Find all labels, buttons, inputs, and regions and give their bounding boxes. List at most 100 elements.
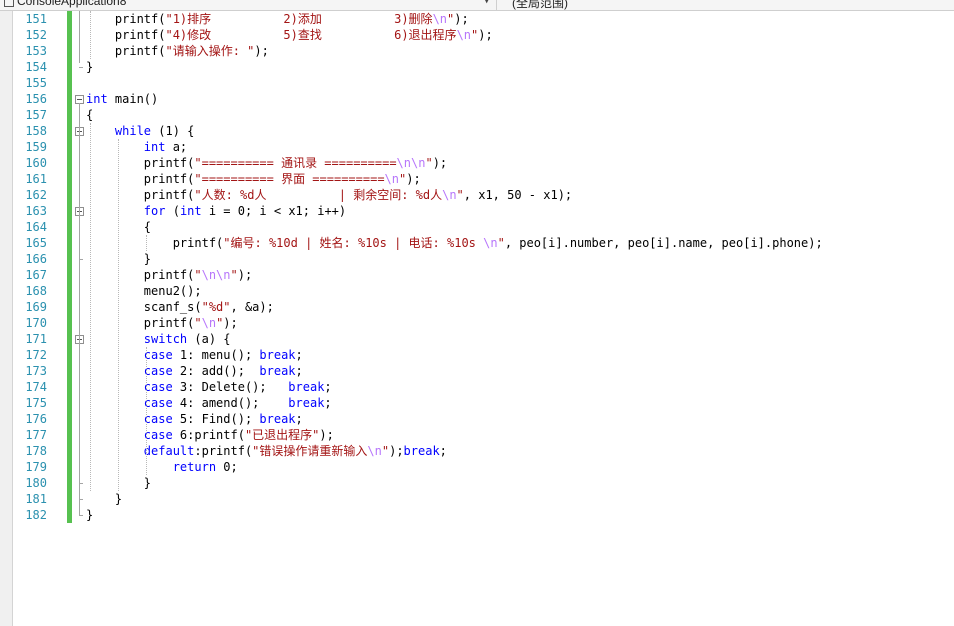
code-token: printf( <box>86 316 195 330</box>
code-line[interactable]: 180 } <box>13 475 954 491</box>
indent-guide <box>146 235 147 251</box>
code-line[interactable]: 162 printf("人数: %d人 | 剩余空间: %d人\n", x1, … <box>13 187 954 203</box>
code-line[interactable]: 175 case 4: amend(); break; <box>13 395 954 411</box>
code-token: break <box>259 364 296 378</box>
code-token: ); <box>454 12 469 26</box>
code-token: printf( <box>86 44 166 58</box>
code-line[interactable]: 164 { <box>13 219 954 235</box>
code-line[interactable]: 168 menu2(); <box>13 283 954 299</box>
navigation-bar: ConsoleApplication8 ▾ (全局范围) <box>0 0 954 11</box>
code-token: " <box>194 316 202 330</box>
line-number: 163 <box>25 204 47 218</box>
change-indicator <box>67 379 72 395</box>
code-line[interactable]: 179 return 0; <box>13 459 954 475</box>
code-line[interactable]: 160 printf("========== 通讯录 ==========\n\… <box>13 155 954 171</box>
code-line[interactable]: 152 printf("4)修改 5)查找 6)退出程序\n"); <box>13 27 954 43</box>
code-line[interactable]: 165 printf("编号: %10d | 姓名: %10s | 电话: %1… <box>13 235 954 251</box>
code-token: \n\n <box>396 156 426 170</box>
change-indicator <box>67 75 72 91</box>
code-token: (1) { <box>151 124 195 138</box>
code-line[interactable]: 171 switch (a) { <box>13 331 954 347</box>
code-token: \n <box>367 444 382 458</box>
code-token: , &a); <box>230 300 274 314</box>
code-text: default:printf("错误操作请重新输入\n");break; <box>86 443 447 459</box>
line-number: 171 <box>25 332 47 346</box>
code-editor[interactable]: 151 printf("1)排序 2)添加 3)删除\n"); 152 print… <box>13 11 954 626</box>
chevron-down-icon[interactable]: ▾ <box>484 0 489 7</box>
code-token: printf( <box>86 172 195 186</box>
code-token: \n <box>442 188 457 202</box>
project-dropdown[interactable]: ConsoleApplication8 <box>4 0 484 10</box>
code-line[interactable]: 174 case 3: Delete(); break; <box>13 379 954 395</box>
code-token: i = 0; i < x1; i++) <box>201 204 347 218</box>
code-token: scanf_s( <box>86 300 202 314</box>
code-line[interactable]: 177 case 6:printf("已退出程序"); <box>13 427 954 443</box>
code-token: break <box>259 412 296 426</box>
code-text: printf("========== 界面 ==========\n"); <box>86 171 421 187</box>
code-text: printf("1)排序 2)添加 3)删除\n"); <box>86 11 469 27</box>
line-number: 168 <box>25 284 47 298</box>
code-text: case 6:printf("已退出程序"); <box>86 427 334 443</box>
code-line[interactable]: 156 int main() <box>13 91 954 107</box>
code-line[interactable]: 159 int a; <box>13 139 954 155</box>
code-token: " <box>230 268 238 282</box>
code-line[interactable]: 176 case 5: Find(); break; <box>13 411 954 427</box>
code-token: printf( <box>86 268 195 282</box>
change-indicator <box>67 11 72 27</box>
code-token: menu2(); <box>86 284 202 298</box>
code-token: "========== 通讯录 ========== <box>194 156 397 170</box>
code-line[interactable]: 158 while (1) { <box>13 123 954 139</box>
code-token: 1: menu(); <box>172 348 260 362</box>
code-line[interactable]: 172 case 1: menu(); break; <box>13 347 954 363</box>
code-token: \n <box>483 236 498 250</box>
code-token: ); <box>478 28 493 42</box>
code-line[interactable]: 170 printf("\n"); <box>13 315 954 331</box>
outline-end <box>79 483 83 484</box>
code-line[interactable]: 169 scanf_s("%d", &a); <box>13 299 954 315</box>
code-token: "编号: %10d | 姓名: %10s | 电话: %10s <box>223 236 484 250</box>
code-token: ); <box>432 156 448 170</box>
code-line[interactable]: 161 printf("========== 界面 ==========\n")… <box>13 171 954 187</box>
code-text: scanf_s("%d", &a); <box>86 299 274 315</box>
code-line[interactable]: 167 printf("\n\n"); <box>13 267 954 283</box>
code-line[interactable]: 151 printf("1)排序 2)添加 3)删除\n"); <box>13 11 954 27</box>
code-line[interactable]: 173 case 2: add(); break; <box>13 363 954 379</box>
code-token: switch <box>143 332 188 346</box>
scope-dropdown[interactable]: (全局范围) <box>512 0 952 10</box>
line-number: 157 <box>25 108 47 122</box>
code-line[interactable]: 153 printf("请输入操作: "); <box>13 43 954 59</box>
code-token: 5: Find(); <box>172 412 260 426</box>
change-indicator <box>67 507 72 523</box>
line-number: 166 <box>25 252 47 266</box>
change-indicator <box>67 395 72 411</box>
change-indicator <box>67 171 72 187</box>
code-line[interactable]: 182} <box>13 507 954 523</box>
code-token: " <box>194 268 202 282</box>
code-text: while (1) { <box>86 123 194 139</box>
code-line[interactable]: 157 { <box>13 107 954 123</box>
change-indicator <box>67 123 72 139</box>
code-token: \n <box>384 172 399 186</box>
change-indicator <box>67 27 72 43</box>
change-indicator <box>67 443 72 459</box>
code-token: printf( <box>86 28 166 42</box>
line-number: 182 <box>25 508 47 522</box>
code-line[interactable]: 181 } <box>13 491 954 507</box>
change-indicator <box>67 459 72 475</box>
line-number: 175 <box>25 396 47 410</box>
line-number: 159 <box>25 140 47 154</box>
code-line[interactable]: 154} <box>13 59 954 75</box>
code-line[interactable]: 166 } <box>13 251 954 267</box>
divider <box>496 0 497 10</box>
code-line[interactable]: 178 default:printf("错误操作请重新输入\n");break; <box>13 443 954 459</box>
code-token: ); <box>254 44 269 58</box>
code-line[interactable]: 163 for (int i = 0; i < x1; i++) <box>13 203 954 219</box>
code-token: } <box>86 492 123 506</box>
code-token: default <box>143 444 195 458</box>
code-token: int <box>143 140 166 154</box>
code-text: printf("\n\n"); <box>86 267 252 283</box>
code-line[interactable]: 155 <box>13 75 954 91</box>
code-token: \n <box>432 12 448 26</box>
